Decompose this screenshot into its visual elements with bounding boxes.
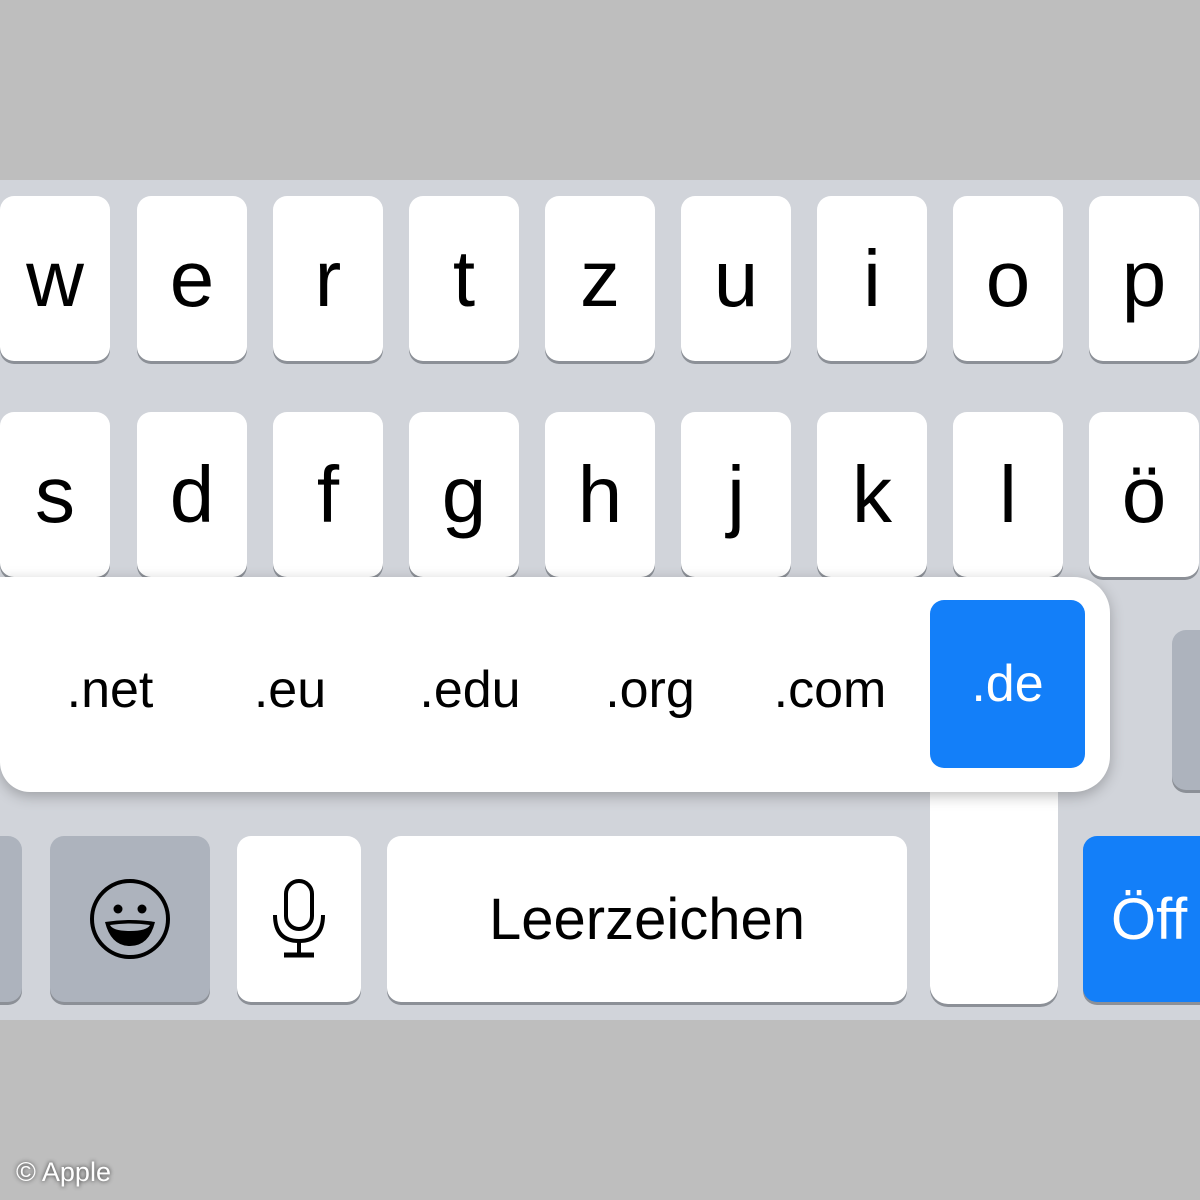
key-z[interactable]: z [545, 196, 655, 361]
key-ö[interactable]: ö [1089, 412, 1199, 577]
key-t[interactable]: t [409, 196, 519, 361]
key-r[interactable]: r [273, 196, 383, 361]
domain-option[interactable]: .com [740, 640, 920, 740]
key-s[interactable]: s [0, 412, 110, 577]
key-i[interactable]: i [817, 196, 927, 361]
domain-option[interactable]: .eu [215, 640, 365, 740]
key-k[interactable]: k [817, 412, 927, 577]
go-key[interactable]: Öff [1083, 836, 1200, 1002]
dictation-key[interactable] [237, 836, 361, 1002]
domain-option[interactable]: .org [565, 640, 735, 740]
key-g[interactable]: g [409, 412, 519, 577]
key-f[interactable]: f [273, 412, 383, 577]
shift-key-partial[interactable] [0, 836, 22, 1002]
dot-key-partial[interactable] [1172, 630, 1200, 790]
domain-option[interactable]: .net [30, 640, 190, 740]
emoji-key[interactable] [50, 836, 210, 1002]
key-e[interactable]: e [137, 196, 247, 361]
key-w[interactable]: w [0, 196, 110, 361]
key-j[interactable]: j [681, 412, 791, 577]
copyright: © Apple [16, 1157, 111, 1187]
emoji-icon [90, 879, 170, 959]
popup-stem [930, 760, 1058, 1004]
key-l[interactable]: l [953, 412, 1063, 577]
space-key[interactable]: Leerzeichen [387, 836, 907, 1002]
key-h[interactable]: h [545, 412, 655, 577]
domain-option[interactable]: .edu [385, 640, 555, 740]
key-o[interactable]: o [953, 196, 1063, 361]
key-d[interactable]: d [137, 412, 247, 577]
key-u[interactable]: u [681, 196, 791, 361]
domain-option[interactable]: .de [930, 600, 1085, 768]
key-p[interactable]: p [1089, 196, 1199, 361]
microphone-icon [273, 879, 325, 958]
